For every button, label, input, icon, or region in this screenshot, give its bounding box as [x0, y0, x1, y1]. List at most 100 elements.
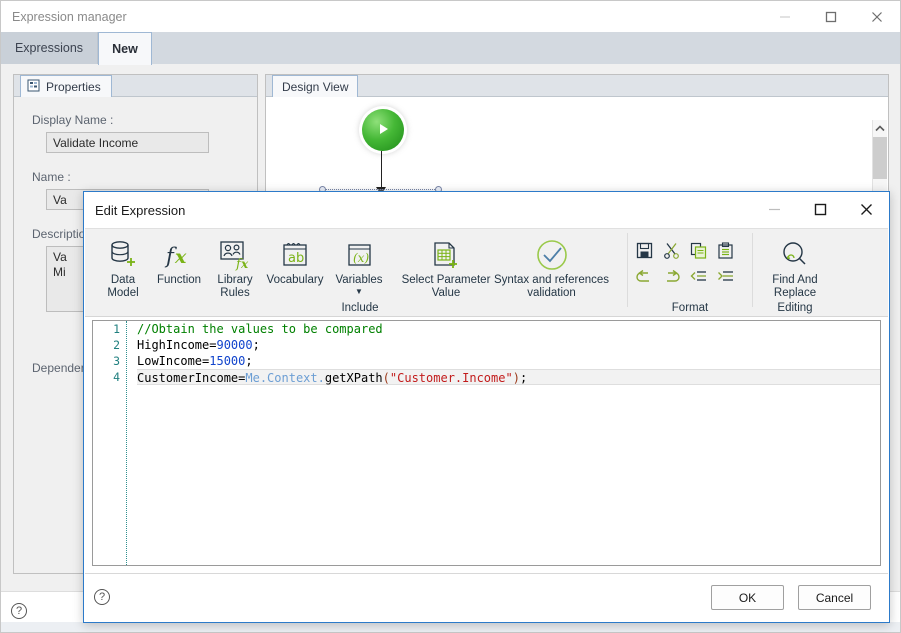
library-rules-label-line1: Library: [217, 274, 253, 286]
svg-text:ab: ab: [288, 251, 304, 266]
dialog-ribbon: Data Model f x Function f x Library Rule…: [85, 228, 888, 317]
data-model-icon: [106, 236, 140, 274]
function-fx-icon: f x: [162, 236, 196, 274]
library-rules-label-line2: Rules: [220, 287, 250, 299]
code-punct: ;: [245, 354, 253, 368]
variables-label-line1: Variables: [335, 274, 383, 286]
chevron-up-icon[interactable]: [873, 120, 887, 137]
find-replace-icon: [778, 236, 812, 274]
code-identifier: LowIncome=: [137, 354, 210, 368]
design-tabstrip: Design View: [266, 75, 888, 97]
ribbon-group-include: Data Model f x Function f x Library Rule…: [85, 229, 490, 318]
tab-expressions-label: Expressions: [14, 41, 84, 55]
select-parameter-value-icon: [429, 236, 463, 274]
syntax-validation-button[interactable]: Syntax and references validation: [479, 229, 624, 318]
code-comment: //Obtain the values to be compared: [137, 322, 383, 336]
code-string: "Customer.Income": [389, 371, 513, 385]
svg-text:x: x: [174, 246, 187, 268]
cut-icon[interactable]: [663, 242, 680, 262]
data-model-button[interactable]: Data Model: [95, 229, 151, 318]
code-paren-open: (: [382, 371, 390, 385]
expression-editor[interactable]: 1 2 3 4 //Obtain the values to be compar…: [92, 320, 881, 566]
help-icon[interactable]: ?: [11, 603, 27, 619]
code-number: 90000: [216, 338, 253, 352]
redo-icon[interactable]: [663, 268, 680, 288]
data-model-label-line1: Data: [110, 274, 136, 286]
maximize-icon[interactable]: [808, 1, 854, 32]
main-tabbar: Expressions New: [1, 32, 900, 65]
code-punct: ;: [252, 338, 260, 352]
syntax-validation-label-line1: Syntax and references: [493, 274, 610, 286]
dialog-close-icon[interactable]: [843, 192, 889, 226]
syntax-validation-icon: [534, 236, 570, 274]
code-dot: .: [317, 371, 325, 385]
function-button[interactable]: f x Function: [151, 229, 207, 318]
undo-icon[interactable]: [636, 268, 653, 288]
name-label: Name :: [32, 170, 71, 184]
syntax-validation-label-line2: validation: [527, 287, 576, 299]
library-rules-button[interactable]: f x Library Rules: [207, 229, 263, 318]
window-bottom-strip: [1, 622, 900, 632]
properties-tabstrip: Properties: [14, 75, 257, 97]
svg-text:(x): (x): [353, 251, 369, 265]
find-replace-label-line2: Replace: [773, 287, 817, 299]
display-name-input[interactable]: Validate Income: [46, 132, 209, 153]
start-node[interactable]: [362, 109, 404, 151]
ribbon-group-editing: Find And Replace Editing: [756, 229, 834, 318]
ok-button[interactable]: OK: [711, 585, 784, 610]
tab-design-view-label: Design View: [282, 79, 349, 94]
dialog-help-icon[interactable]: ?: [94, 589, 110, 605]
play-icon: [375, 121, 391, 140]
editor-code-area[interactable]: //Obtain the values to be compared HighI…: [128, 321, 880, 565]
dialog-titlebar: Edit Expression: [84, 192, 889, 228]
code-line-4: CustomerIncome=Me.Context.getXPath("Cust…: [137, 369, 880, 385]
code-paren-close: ): [512, 371, 520, 385]
code-line-2: HighIncome=90000;: [137, 337, 880, 353]
variables-icon: (x): [342, 236, 376, 274]
edit-expression-dialog: Edit Expression Data Model f x Function …: [83, 191, 890, 623]
main-window-controls: [762, 1, 900, 32]
find-replace-label-line1: Find And: [772, 274, 818, 286]
svg-text:x: x: [240, 257, 249, 271]
dialog-maximize-icon[interactable]: [797, 192, 843, 226]
line-number: 2: [113, 338, 120, 352]
vocabulary-label-line1: Vocabulary: [266, 274, 324, 286]
copy-icon[interactable]: [690, 242, 707, 262]
outdent-icon[interactable]: [690, 268, 707, 288]
save-icon[interactable]: [636, 242, 653, 262]
tab-design-view[interactable]: Design View: [272, 75, 359, 97]
flow-connector: [381, 151, 382, 191]
scrollbar-thumb[interactable]: [873, 137, 887, 179]
ribbon-group-syntax: Syntax and references validation: [479, 229, 624, 318]
tab-new[interactable]: New: [98, 32, 152, 65]
line-number: 3: [113, 354, 120, 368]
tab-new-label: New: [112, 42, 138, 56]
main-titlebar: Expression manager: [1, 1, 900, 32]
tab-properties[interactable]: Properties: [20, 75, 112, 97]
tab-expressions[interactable]: Expressions: [1, 32, 98, 64]
main-window-title: Expression manager: [12, 9, 127, 24]
ribbon-group-include-caption: Include: [341, 302, 379, 314]
dialog-minimize-icon[interactable]: [751, 192, 797, 226]
code-function: getXPath: [324, 371, 383, 385]
indent-icon[interactable]: [717, 268, 734, 288]
tab-properties-label: Properties: [46, 79, 101, 94]
close-icon[interactable]: [854, 1, 900, 32]
vocabulary-icon: ab: [278, 236, 312, 274]
function-label-line1: Function: [156, 274, 202, 286]
properties-icon: [27, 79, 40, 95]
paste-icon[interactable]: [717, 242, 734, 262]
editor-line-number-gutter: 1 2 3 4: [93, 321, 127, 565]
minimize-icon[interactable]: [762, 1, 808, 32]
code-line-3: LowIncome=15000;: [137, 353, 880, 369]
code-line-1: //Obtain the values to be compared: [137, 321, 880, 337]
ribbon-group-editing-caption: Editing: [777, 302, 813, 314]
cancel-button[interactable]: Cancel: [798, 585, 871, 610]
display-name-label: Display Name :: [32, 113, 114, 127]
dialog-title: Edit Expression: [95, 202, 186, 218]
chevron-down-icon[interactable]: ▼: [355, 287, 363, 296]
code-punct: ;: [519, 371, 528, 385]
code-namespace: Me.Context: [245, 371, 318, 385]
code-number: 15000: [209, 354, 246, 368]
